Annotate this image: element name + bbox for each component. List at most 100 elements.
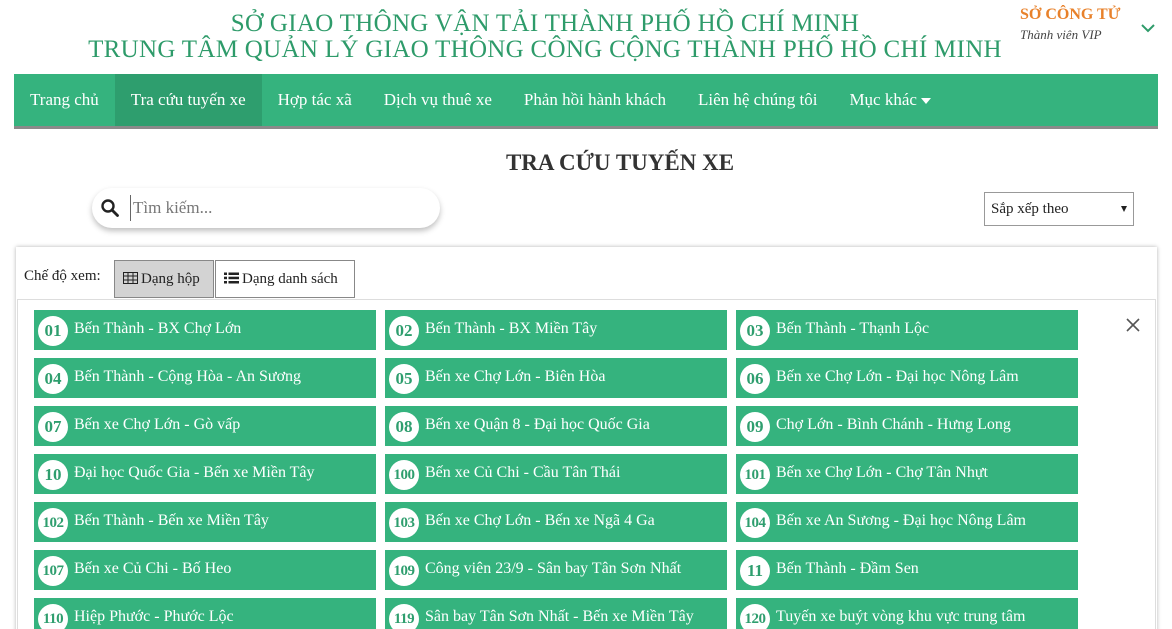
nav-label: Liên hệ chúng tôi [697, 90, 818, 109]
search-box [92, 188, 440, 228]
sort-select[interactable]: Sắp xếp theo [984, 192, 1134, 226]
page-title: TRA CỨU TUYẾN XE [505, 150, 735, 175]
route-name: Bến xe Chợ Lớn - Gò vấp [74, 416, 241, 433]
route-name: Bến xe Quận 8 - Đại học Quốc Gia [425, 416, 650, 433]
route-number-badge: 104 [740, 508, 770, 538]
route-name: Bến Thành - BX Miền Tây [425, 320, 598, 337]
route-number-badge: 103 [389, 508, 419, 538]
nav-label: Trang chủ [30, 90, 99, 109]
route-number-badge: 119 [389, 604, 419, 629]
route-name: Bến Thành - Thạnh Lộc [776, 320, 930, 337]
nav-home[interactable]: Trang chủ [14, 74, 115, 126]
route-name: Bến xe An Sương - Đại học Nông Lâm [776, 512, 1026, 529]
route-name: Hiệp Phước - Phước Lộc [74, 608, 234, 625]
search-input[interactable] [130, 195, 420, 221]
route-number-badge: 107 [38, 556, 68, 586]
route-item[interactable]: 06 Bến xe Chợ Lớn - Đại học Nông Lâm [736, 358, 1078, 398]
dropdown-arrow-icon [1121, 206, 1127, 212]
route-item[interactable]: 07 Bến xe Chợ Lớn - Gò vấp [34, 406, 376, 446]
route-number-badge: 110 [38, 604, 68, 629]
route-name: Đại học Quốc Gia - Bến xe Miền Tây [74, 464, 315, 481]
org-title-line1: SỞ GIAO THÔNG VẬN TẢI THÀNH PHỐ HỒ CHÍ M… [230, 10, 860, 37]
routes-grid-area: 01 Bến Thành - BX Chợ Lớn 02 Bến Thành - BX… [17, 299, 1156, 629]
route-item[interactable]: 03 Bến Thành - Thạnh Lộc [736, 310, 1078, 350]
route-number-badge: 109 [389, 556, 419, 586]
user-menu[interactable]: SỞ CÔNG TỬ Thành viên VIP [1020, 6, 1150, 43]
route-item[interactable]: 119 Sân bay Tân Sơn Nhất - Bến xe Miền Tâ… [385, 598, 727, 629]
chevron-down-icon[interactable] [1140, 20, 1156, 36]
user-name: SỞ CÔNG TỬ [1020, 6, 1121, 23]
org-title-line2: TRUNG TÂM QUẢN LÝ GIAO THÔNG CÔNG CỘNG T… [88, 36, 1002, 63]
nav-label: Mục khác [849, 90, 917, 109]
route-number-badge: 03 [740, 316, 770, 346]
route-number-badge: 07 [38, 412, 68, 442]
route-name: Bến xe Chợ Lớn - Chợ Tân Nhựt [776, 464, 988, 481]
route-item[interactable]: 10 Đại học Quốc Gia - Bến xe Miền Tây [34, 454, 376, 494]
nav-rental-service[interactable]: Dịch vụ thuê xe [368, 74, 508, 126]
route-number-badge: 10 [38, 460, 68, 490]
route-name: Bến Thành - Cộng Hòa - An Sương [74, 368, 302, 385]
route-name: Bến xe Chợ Lớn - Đại học Nông Lâm [776, 368, 1019, 385]
route-name: Bến xe Chợ Lớn - Biên Hòa [425, 368, 606, 385]
route-item[interactable]: 109 Công viên 23/9 - Sân bay Tân Sơn Nhất [385, 550, 727, 590]
route-number-badge: 100 [389, 460, 419, 490]
route-item[interactable]: 120 Tuyến xe buýt vòng khu vực trung tâm [736, 598, 1078, 629]
view-grid-button[interactable]: Dạng hộp [114, 260, 214, 298]
route-name: Chợ Lớn - Bình Chánh - Hưng Long [776, 416, 1011, 433]
route-number-badge: 120 [740, 604, 770, 629]
routes-panel: Chế độ xem: Dạng hộp Dạng danh sách 01 Bế… [16, 247, 1157, 629]
route-number-badge: 05 [389, 364, 419, 394]
route-item[interactable]: 08 Bến xe Quận 8 - Đại học Quốc Gia [385, 406, 727, 446]
close-icon[interactable] [1126, 318, 1140, 332]
nav-contact[interactable]: Liên hệ chúng tôi [682, 74, 833, 126]
view-mode-label: Chế độ xem: [24, 268, 101, 284]
list-icon [224, 272, 239, 284]
route-item[interactable]: 02 Bến Thành - BX Miền Tây [385, 310, 727, 350]
route-number-badge: 04 [38, 364, 68, 394]
main-nav: Trang chủ Tra cứu tuyến xe Hợp tác xã Dị… [14, 74, 1158, 129]
nav-route-lookup[interactable]: Tra cứu tuyến xe [114, 74, 262, 126]
route-item[interactable]: 01 Bến Thành - BX Chợ Lớn [34, 310, 376, 350]
route-item[interactable]: 04 Bến Thành - Cộng Hòa - An Sương [34, 358, 376, 398]
route-item[interactable]: 104 Bến xe An Sương - Đại học Nông Lâm [736, 502, 1078, 542]
route-number-badge: 09 [740, 412, 770, 442]
view-list-label: Dạng danh sách [242, 271, 338, 287]
route-number-badge: 02 [389, 316, 419, 346]
route-name: Sân bay Tân Sơn Nhất - Bến xe Miền Tây [425, 608, 694, 625]
route-item[interactable]: 103 Bến xe Chợ Lớn - Bến xe Ngã 4 Ga [385, 502, 727, 542]
table-icon [123, 272, 138, 284]
nav-label: Dịch vụ thuê xe [383, 90, 492, 109]
nav-label: Tra cứu tuyến xe [130, 90, 246, 109]
view-list-button[interactable]: Dạng danh sách [215, 260, 355, 298]
nav-feedback[interactable]: Phản hồi hành khách [508, 74, 682, 126]
route-item[interactable]: 110 Hiệp Phước - Phước Lộc [34, 598, 376, 629]
route-item[interactable]: 05 Bến xe Chợ Lớn - Biên Hòa [385, 358, 727, 398]
route-name: Tuyến xe buýt vòng khu vực trung tâm [776, 608, 1026, 625]
route-item[interactable]: 100 Bến xe Củ Chi - Cầu Tân Thái [385, 454, 727, 494]
route-item[interactable]: 107 Bến xe Củ Chi - Bố Heo [34, 550, 376, 590]
route-number-badge: 01 [38, 316, 68, 346]
route-item[interactable]: 09 Chợ Lớn - Bình Chánh - Hưng Long [736, 406, 1078, 446]
route-name: Bến xe Củ Chi - Bố Heo [74, 560, 232, 577]
search-icon [101, 199, 119, 217]
route-name: Bến xe Chợ Lớn - Bến xe Ngã 4 Ga [425, 512, 655, 529]
nav-label: Phản hồi hành khách [523, 90, 666, 109]
user-role: Thành viên VIP [1020, 27, 1102, 42]
route-name: Bến xe Củ Chi - Cầu Tân Thái [425, 464, 621, 481]
caret-down-icon [920, 98, 931, 105]
route-item[interactable]: 11 Bến Thành - Đầm Sen [736, 550, 1078, 590]
route-name: Bến Thành - Đầm Sen [776, 560, 919, 577]
view-grid-label: Dạng hộp [141, 271, 200, 287]
route-item[interactable]: 102 Bến Thành - Bến xe Miền Tây [34, 502, 376, 542]
route-item[interactable]: 101 Bến xe Chợ Lớn - Chợ Tân Nhựt [736, 454, 1078, 494]
route-number-badge: 06 [740, 364, 770, 394]
header: SỞ GIAO THÔNG VẬN TẢI THÀNH PHỐ HỒ CHÍ M… [0, 0, 1172, 74]
route-number-badge: 11 [740, 556, 770, 586]
route-name: Bến Thành - BX Chợ Lớn [74, 320, 242, 337]
nav-cooperatives[interactable]: Hợp tác xã [262, 74, 368, 126]
nav-label: Hợp tác xã [277, 90, 352, 109]
route-number-badge: 08 [389, 412, 419, 442]
route-number-badge: 102 [38, 508, 68, 538]
route-number-badge: 101 [740, 460, 770, 490]
nav-more-dropdown[interactable]: Mục khác [833, 74, 947, 126]
